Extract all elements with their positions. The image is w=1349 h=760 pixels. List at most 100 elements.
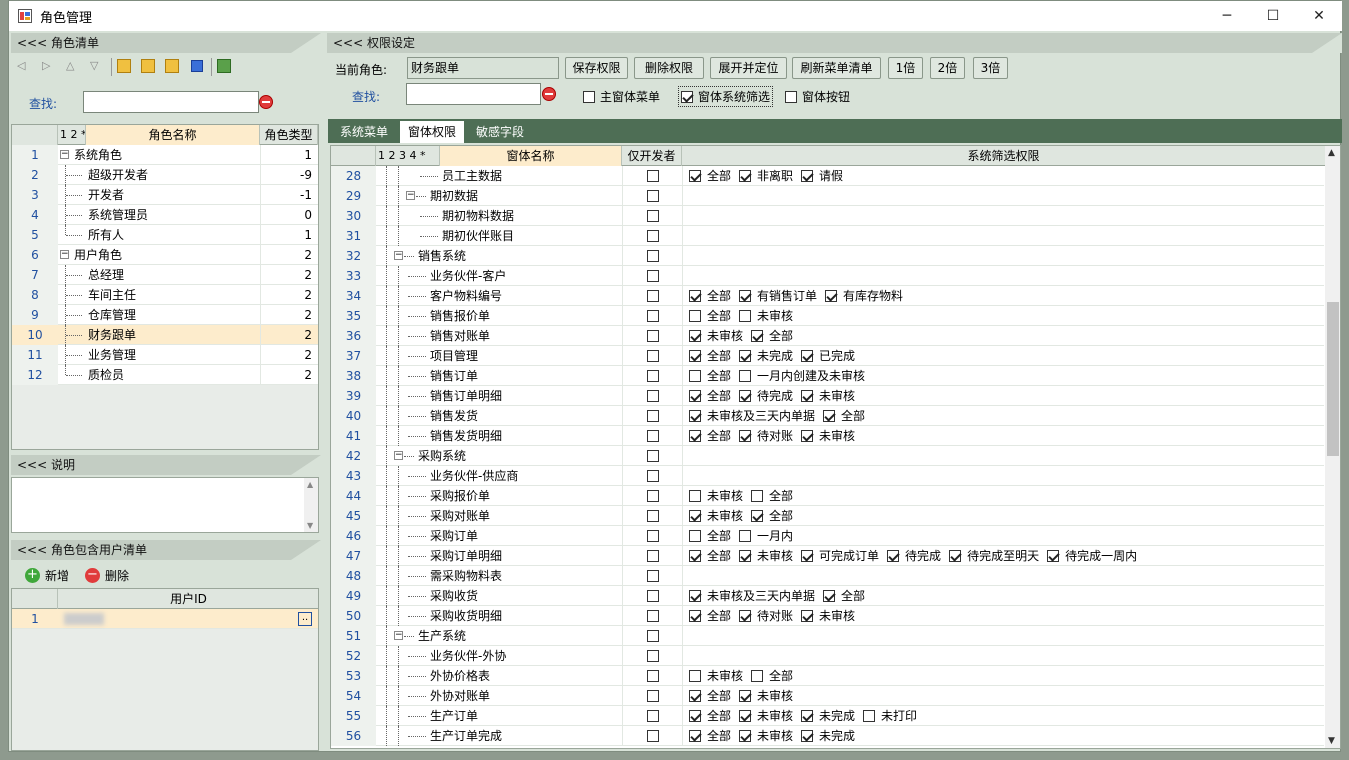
- filter-option[interactable]: 全部: [751, 506, 793, 526]
- filter-option[interactable]: 待对账: [739, 426, 793, 446]
- dev-only-checkbox[interactable]: [646, 430, 659, 442]
- filter-option[interactable]: 未审核: [739, 306, 793, 326]
- perm-row[interactable]: 40 销售发货 未审核及三天内单据 全部: [331, 405, 1324, 426]
- perm-row[interactable]: 43 业务伙伴-供应商: [331, 465, 1324, 486]
- delete-user-button[interactable]: − 删除: [85, 564, 129, 586]
- filter-checkbox[interactable]: [739, 289, 752, 302]
- next-icon[interactable]: ▷: [42, 59, 50, 72]
- perm-row[interactable]: 44 采购报价单 未审核 全部: [331, 485, 1324, 506]
- filter-option[interactable]: 未审核: [801, 386, 855, 406]
- filter-checkbox[interactable]: [739, 389, 752, 402]
- filter-checkbox[interactable]: [689, 589, 701, 602]
- perm-row[interactable]: 39 销售订单明细 全部 待完成 未审核: [331, 385, 1324, 406]
- perm-row[interactable]: 28 员工主数据 全部 非离职 请假: [331, 165, 1324, 186]
- filter-checkbox[interactable]: [689, 709, 701, 722]
- grid-nums-header[interactable]: 1 2 *: [58, 125, 86, 145]
- filter-option[interactable]: 全部: [823, 586, 865, 606]
- filter-checkbox[interactable]: [801, 429, 814, 442]
- filter-checkbox[interactable]: [689, 489, 701, 502]
- filter-option[interactable]: 全部: [689, 386, 731, 406]
- filter-option[interactable]: 未审核: [739, 706, 793, 726]
- role-row[interactable]: 4 系统管理员 0: [12, 204, 318, 225]
- role-row[interactable]: 2 超级开发者 -9: [12, 164, 318, 185]
- filter-checkbox[interactable]: [689, 669, 701, 682]
- role-row[interactable]: 5 所有人 1: [12, 224, 318, 245]
- dev-only-checkbox[interactable]: [646, 290, 659, 302]
- filter-checkbox[interactable]: [689, 689, 701, 702]
- form-button-checkbox[interactable]: [785, 90, 797, 103]
- tab-form-perm[interactable]: 窗体权限: [400, 121, 465, 143]
- filter-option[interactable]: 未审核: [689, 666, 743, 686]
- role-row[interactable]: 12 质检员 2: [12, 364, 318, 385]
- form-name-header[interactable]: 窗体名称: [440, 146, 622, 166]
- dev-only-checkbox[interactable]: [646, 410, 659, 422]
- filter-checkbox[interactable]: [689, 509, 701, 522]
- filter-checkbox[interactable]: [823, 409, 836, 422]
- perm-row[interactable]: 55 生产订单 全部 未审核 未完成 未打印: [331, 705, 1324, 726]
- filter-checkbox[interactable]: [689, 409, 701, 422]
- filter-checkbox[interactable]: [739, 309, 752, 322]
- collapse-icon[interactable]: −: [406, 190, 415, 200]
- tab-sensitive-fields[interactable]: 敏感字段: [468, 121, 532, 143]
- filter-checkbox[interactable]: [823, 589, 836, 602]
- role-row[interactable]: 7 总经理 2: [12, 264, 318, 285]
- filter-option[interactable]: 有库存物料: [825, 286, 903, 306]
- filter-checkbox[interactable]: [801, 609, 814, 622]
- dev-only-checkbox[interactable]: [646, 510, 659, 522]
- filter-option[interactable]: 未打印: [863, 706, 917, 726]
- filter-option[interactable]: 未审核: [739, 546, 793, 566]
- filter-perm-header[interactable]: 系统筛选权限: [682, 146, 1326, 166]
- filter-checkbox[interactable]: [801, 389, 814, 402]
- perm-row[interactable]: 29 − 期初数据: [331, 185, 1324, 206]
- clear-search-icon[interactable]: [259, 95, 273, 109]
- perm-row[interactable]: 34 客户物料编号 全部 有销售订单 有库存物料: [331, 285, 1324, 306]
- role-row[interactable]: 1− 系统角色 1: [12, 144, 318, 165]
- dev-only-checkbox[interactable]: [646, 530, 659, 542]
- filter-option[interactable]: 未审核: [689, 506, 743, 526]
- perm-nums-header[interactable]: 1 2 3 4 *: [376, 146, 440, 166]
- perm-row[interactable]: 30 期初物料数据: [331, 205, 1324, 226]
- dev-only-checkbox[interactable]: [646, 610, 659, 622]
- filter-option[interactable]: 未审核及三天内单据: [689, 406, 815, 426]
- filter-checkbox[interactable]: [751, 509, 764, 522]
- filter-option[interactable]: 有销售订单: [739, 286, 817, 306]
- perm-row[interactable]: 35 销售报价单 全部 未审核: [331, 305, 1324, 326]
- roles-search-input[interactable]: [83, 91, 259, 113]
- perm-row[interactable]: 41 销售发货明细 全部 待对账 未审核: [331, 425, 1324, 446]
- filter-option[interactable]: 待完成一周内: [1047, 546, 1137, 566]
- collapse-icon[interactable]: −: [394, 630, 403, 640]
- filter-option[interactable]: 未完成: [801, 726, 855, 746]
- filter-option[interactable]: 全部: [689, 686, 731, 706]
- filter-checkbox[interactable]: [689, 349, 701, 362]
- filter-checkbox[interactable]: [689, 309, 701, 322]
- dev-only-checkbox[interactable]: [646, 310, 659, 322]
- filter-checkbox[interactable]: [739, 529, 752, 542]
- refresh-menu-button[interactable]: 刷新菜单清单: [792, 57, 881, 79]
- filter-checkbox[interactable]: [949, 549, 962, 562]
- dev-only-checkbox[interactable]: [646, 250, 659, 262]
- filter-checkbox[interactable]: [739, 609, 752, 622]
- filter-option[interactable]: 请假: [801, 166, 843, 186]
- filter-checkbox[interactable]: [887, 549, 900, 562]
- user-id-header[interactable]: 用户ID: [58, 589, 318, 609]
- filter-checkbox[interactable]: [739, 349, 752, 362]
- role-row[interactable]: 10 财务跟单 2: [12, 324, 318, 345]
- clear-perm-search-icon[interactable]: [542, 87, 556, 101]
- filter-option[interactable]: 全部: [689, 366, 731, 386]
- filter-checkbox[interactable]: [801, 709, 814, 722]
- dev-only-checkbox[interactable]: [646, 570, 659, 582]
- perm-panel-header[interactable]: <<< 权限设定: [327, 33, 1342, 53]
- filter-checkbox[interactable]: [825, 289, 838, 302]
- perm-search-input[interactable]: [406, 83, 541, 105]
- dev-only-checkbox[interactable]: [646, 330, 659, 342]
- main-menu-checkbox[interactable]: [583, 90, 595, 103]
- dev-only-checkbox[interactable]: [646, 370, 659, 382]
- dev-only-checkbox[interactable]: [646, 490, 659, 502]
- filter-option[interactable]: 全部: [751, 666, 793, 686]
- zoom-2x-button[interactable]: 2倍: [930, 57, 965, 79]
- perm-row[interactable]: 54 外协对账单 全部 未审核: [331, 685, 1324, 706]
- perm-row[interactable]: 49 采购收货 未审核及三天内单据 全部: [331, 585, 1324, 606]
- dev-only-checkbox[interactable]: [646, 590, 659, 602]
- filter-option[interactable]: 全部: [689, 426, 731, 446]
- collapse-icon[interactable]: −: [394, 250, 403, 260]
